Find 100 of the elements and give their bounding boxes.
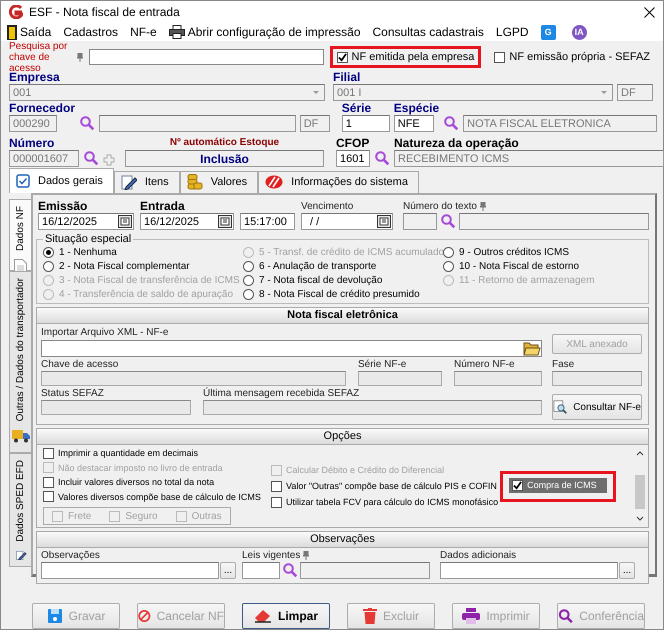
series-field[interactable] — [358, 371, 442, 386]
menu-item[interactable]: Abrir configuração de impressão — [168, 25, 360, 39]
side-tab[interactable]: Dados SPED EFD — [9, 453, 31, 567]
radio-label: 4 - Transferência de saldo de apuração — [59, 288, 233, 300]
search-icon[interactable] — [443, 115, 460, 131]
side-tab[interactable]: Outras / Dados do transportador — [9, 271, 31, 453]
app-badge[interactable]: G — [540, 24, 556, 40]
checkbox-label: Frete — [68, 510, 92, 522]
text-number-field[interactable] — [403, 213, 437, 230]
checkbox[interactable] — [494, 52, 506, 62]
state-field[interactable]: DF — [617, 84, 653, 101]
checkbox[interactable] — [43, 491, 54, 502]
checkbox[interactable] — [512, 480, 524, 490]
branch-dropdown[interactable]: 001 I — [333, 84, 613, 101]
checkbox-label: Valor "Outras" compõe base de cálculo PIS e COFIN — [286, 481, 497, 491]
side-tab[interactable]: Dados NF — [9, 199, 31, 271]
search-icon[interactable] — [79, 115, 96, 131]
more-button[interactable]: ... — [220, 562, 236, 579]
folder-icon[interactable] — [523, 341, 541, 356]
menu-item[interactable]: LGPD — [496, 25, 529, 39]
radio-button[interactable] — [43, 246, 54, 258]
supplier-code-field[interactable]: 000290 — [9, 115, 57, 132]
menu-item[interactable]: Cadastros — [63, 25, 118, 39]
pin-icon — [303, 551, 310, 560]
field-label: Status SEFAZ — [41, 387, 104, 400]
access-key-field[interactable] — [41, 371, 346, 386]
checkbox-label: Valores diversos compõe base de cálculo de ICMS — [58, 492, 261, 502]
search-icon[interactable] — [440, 213, 456, 229]
tab[interactable]: Informações do sistema — [258, 171, 419, 193]
auto-number-field[interactable]: Inclusão — [125, 150, 324, 167]
checkbox[interactable] — [43, 476, 54, 488]
checkbox[interactable] — [43, 448, 54, 459]
checkbox[interactable] — [271, 480, 282, 492]
supplier-name-field[interactable] — [99, 115, 296, 132]
date-field[interactable]: / / — [301, 213, 393, 230]
operation-field[interactable]: RECEBIMENTO ICMS — [394, 150, 664, 167]
radio-button[interactable] — [243, 260, 254, 272]
truck-icon — [12, 429, 30, 444]
radio-button[interactable] — [443, 260, 454, 272]
tab[interactable]: Dados gerais — [9, 168, 114, 193]
field-label: Número do texto — [403, 200, 477, 213]
notes-field[interactable] — [41, 562, 219, 579]
checkbox-label: Compra de ICMS — [527, 480, 597, 490]
date-field[interactable]: 16/12/2025 — [38, 213, 134, 230]
company-dropdown[interactable]: 001 — [9, 84, 325, 101]
number-field[interactable] — [454, 371, 542, 386]
law-description-field[interactable] — [300, 562, 430, 579]
door-icon — [7, 24, 17, 40]
series-field[interactable]: 1 — [342, 115, 390, 132]
search-icon[interactable] — [282, 562, 298, 578]
checkbox-label: Outras — [192, 510, 222, 522]
type-description-field[interactable]: NOTA FISCAL ELETRONICA — [463, 115, 657, 132]
consult-button[interactable]: Consultar NF-e — [552, 394, 642, 420]
action-button[interactable]: Limpar — [242, 603, 330, 629]
calendar-icon[interactable] — [218, 215, 232, 228]
text-description-field[interactable] — [459, 213, 649, 230]
state-field[interactable]: DF — [300, 115, 330, 132]
search-field[interactable] — [89, 49, 324, 65]
app-logo-icon — [9, 5, 23, 19]
radio-button[interactable] — [443, 246, 454, 258]
law-code-field[interactable] — [242, 562, 280, 579]
radio-label: 7 - Nota fiscal de devolução — [259, 274, 382, 286]
message-field[interactable] — [203, 400, 542, 415]
number-field[interactable]: 000001607 — [9, 150, 79, 167]
checkbox[interactable] — [271, 496, 282, 508]
cfop-field[interactable]: 1601 — [336, 150, 370, 167]
field-label: Importar Arquivo XML - NF-e — [41, 326, 168, 339]
phase-field[interactable] — [552, 371, 642, 386]
checkbox-label: Calcular Débito e Crédito do Diferencial — [286, 465, 444, 475]
field-label: Emissão — [38, 199, 88, 213]
xml-file-field[interactable] — [41, 340, 542, 357]
section-header: Observações — [37, 532, 648, 548]
search-icon[interactable] — [374, 150, 390, 166]
menu-item[interactable]: Consultas cadastrais — [372, 25, 484, 39]
status-field[interactable] — [41, 400, 191, 415]
stripes-icon — [265, 175, 284, 189]
radio-button[interactable] — [243, 274, 254, 286]
time-field[interactable]: 15:17:00 — [240, 213, 295, 230]
search-icon[interactable] — [83, 150, 99, 166]
additional-data-field[interactable] — [440, 562, 618, 579]
type-code-field[interactable]: NFE — [394, 115, 434, 132]
radio-label: 3 - Nota Fiscal de transferência de ICMS — [59, 274, 240, 286]
menu-item[interactable]: NF-e — [130, 25, 157, 39]
field-label: Natureza da operação — [394, 136, 520, 150]
checkbox-label: Incluir valores diversos no total da nota — [58, 477, 214, 488]
checkbox-label: NF emitida pela empresa — [352, 51, 474, 63]
tab[interactable]: Valores — [180, 171, 258, 193]
menu-item[interactable]: Saída — [7, 24, 52, 40]
checkbox[interactable] — [336, 52, 348, 62]
radio-button[interactable] — [43, 260, 54, 272]
more-button[interactable]: ... — [619, 562, 635, 579]
checkbox-label: Utilizar tabela FCV para cálculo do ICMS monofásico — [286, 497, 498, 507]
close-icon[interactable] — [644, 6, 655, 18]
field-label: Nº automático Estoque — [168, 136, 280, 150]
app-badge[interactable]: IA — [572, 24, 587, 40]
calendar-icon[interactable] — [377, 215, 391, 228]
calendar-icon[interactable] — [118, 215, 132, 228]
tab[interactable]: Itens — [114, 171, 180, 193]
radio-button[interactable] — [243, 288, 254, 300]
date-field[interactable]: 16/12/2025 — [140, 213, 234, 230]
